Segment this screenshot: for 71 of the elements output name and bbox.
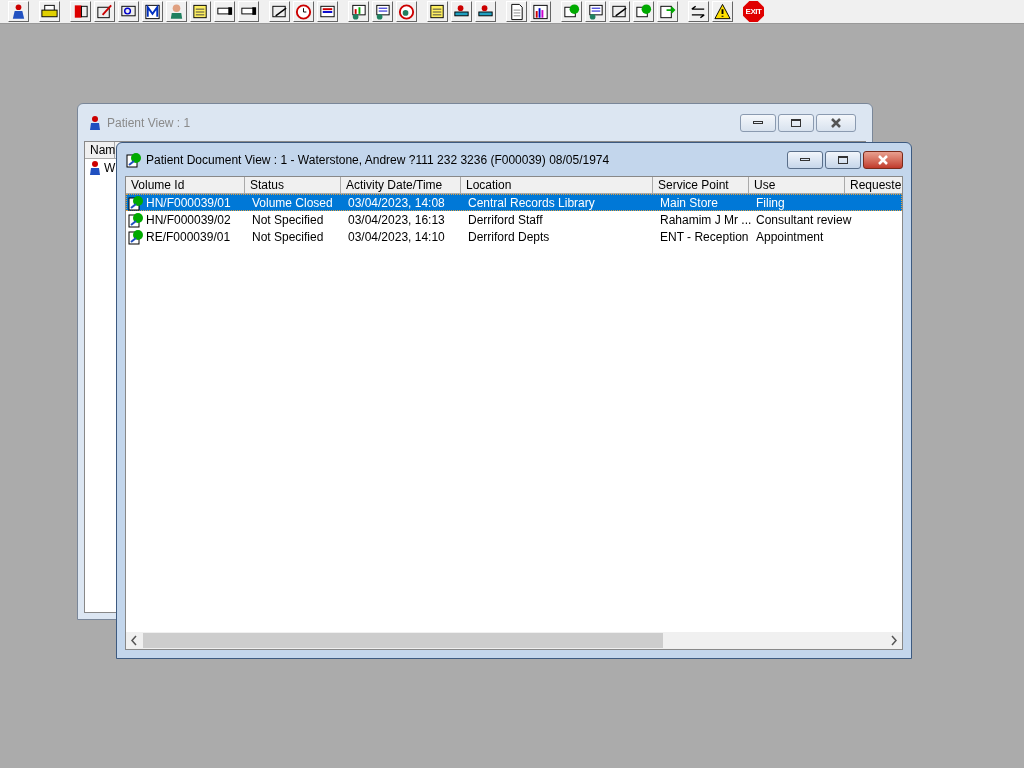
table-cell-text: Consultant review: [756, 211, 852, 229]
table-cell-text: ENT - Reception: [660, 228, 749, 246]
toolbar-button[interactable]: [317, 1, 338, 22]
table-cell-text: Rahamim J Mr ...: [660, 211, 752, 229]
table-cell-text: HN/F000039/01: [146, 194, 231, 212]
document-globe-icon: [128, 194, 144, 211]
toolbar-button[interactable]: [427, 1, 448, 22]
toolbar-button[interactable]: [348, 1, 369, 22]
table-cell-text: 03/04/2023, 16:13: [348, 211, 445, 229]
exit-button[interactable]: EXIT: [743, 1, 764, 22]
clock-icon: [294, 1, 313, 22]
column-header[interactable]: Use: [749, 177, 845, 193]
toolbar-button[interactable]: [451, 1, 472, 22]
table-cell-text: Derriford Staff: [468, 211, 543, 229]
column-header[interactable]: Location: [461, 177, 653, 193]
toolbar-button[interactable]: [39, 1, 60, 22]
column-header[interactable]: Status: [245, 177, 341, 193]
table-row[interactable]: RE/F000039/01 Not Specified 03/04/2023, 14:10 Derriford Depts ENT - Reception Appointment: [126, 228, 902, 245]
table-row[interactable]: HN/F000039/01 Volume Closed 03/04/2023, 14:08 Central Records Library Main Store Filing: [126, 194, 902, 211]
column-header[interactable]: Activity Date/Time: [341, 177, 461, 193]
toolbar-button[interactable]: [269, 1, 290, 22]
close-icon: [830, 117, 842, 128]
table-cell-text: Filing: [756, 194, 785, 212]
table-cell-text: Central Records Library: [468, 194, 595, 212]
table-cell-text: 03/04/2023, 14:10: [348, 228, 445, 246]
table-row[interactable]: HN/F000039/02 Not Specified 03/04/2023, 16:13 Derriford Staff Rahamim J Mr ... Consultant review: [126, 211, 902, 228]
toolbar-button[interactable]: [609, 1, 630, 22]
toolbar-button[interactable]: [372, 1, 393, 22]
document-globe-icon: [126, 151, 142, 168]
close-button[interactable]: [863, 150, 903, 169]
toolbar-button[interactable]: [712, 1, 733, 22]
table-cell-text: 03/04/2023, 14:08: [348, 194, 445, 212]
table-cell-text: Main Store: [660, 194, 719, 212]
table-cell-text: Appointment: [756, 228, 824, 246]
toolbar-button[interactable]: [585, 1, 606, 22]
window-title: Patient Document View : 1 - Waterstone, Andrew ?111 232 3236 (F000039) 08/05/1974: [146, 151, 610, 169]
table-cell-text: RE/F000039/01: [146, 228, 231, 246]
table-cell-text: Not Specified: [252, 228, 324, 246]
toolbar-button[interactable]: [94, 1, 115, 22]
window-title: Patient View : 1: [107, 114, 191, 132]
document-globe-icon: [128, 228, 144, 245]
column-header[interactable]: Volume Id: [126, 177, 245, 193]
close-button[interactable]: [816, 113, 856, 132]
toolbar-button[interactable]: [688, 1, 709, 22]
toolbar-button[interactable]: [8, 1, 29, 22]
column-header[interactable]: Service Point: [653, 177, 749, 193]
minimize-button[interactable]: [787, 150, 823, 169]
toolbar-button[interactable]: [506, 1, 527, 22]
column-header[interactable]: Nam: [85, 142, 115, 158]
maximize-button[interactable]: [778, 113, 814, 132]
toolbar-button[interactable]: [657, 1, 678, 22]
close-icon: [877, 154, 889, 165]
table-cell-text: Derriford Depts: [468, 228, 550, 246]
horizontal-scrollbar[interactable]: [126, 632, 902, 649]
minimize-button[interactable]: [740, 113, 776, 132]
toolbar-button[interactable]: [142, 1, 163, 22]
person-icon: [87, 114, 103, 131]
toolbar-button[interactable]: [530, 1, 551, 22]
table-cell-text: Not Specified: [252, 211, 324, 229]
scrollbar-thumb[interactable]: [143, 633, 663, 648]
column-header[interactable]: Requeste: [845, 177, 902, 193]
table-cell-text: HN/F000039/02: [146, 211, 231, 229]
warning-icon: [713, 1, 732, 22]
document-globe-icon: [128, 211, 144, 228]
table-cell-text: Volume Closed: [252, 194, 333, 212]
toolbar-button[interactable]: [70, 1, 91, 22]
table-cell-text: W: [104, 159, 116, 177]
toolbar-button[interactable]: [475, 1, 496, 22]
maximize-button[interactable]: [825, 150, 861, 169]
person-icon: [87, 159, 103, 176]
toolbar-button[interactable]: [190, 1, 211, 22]
